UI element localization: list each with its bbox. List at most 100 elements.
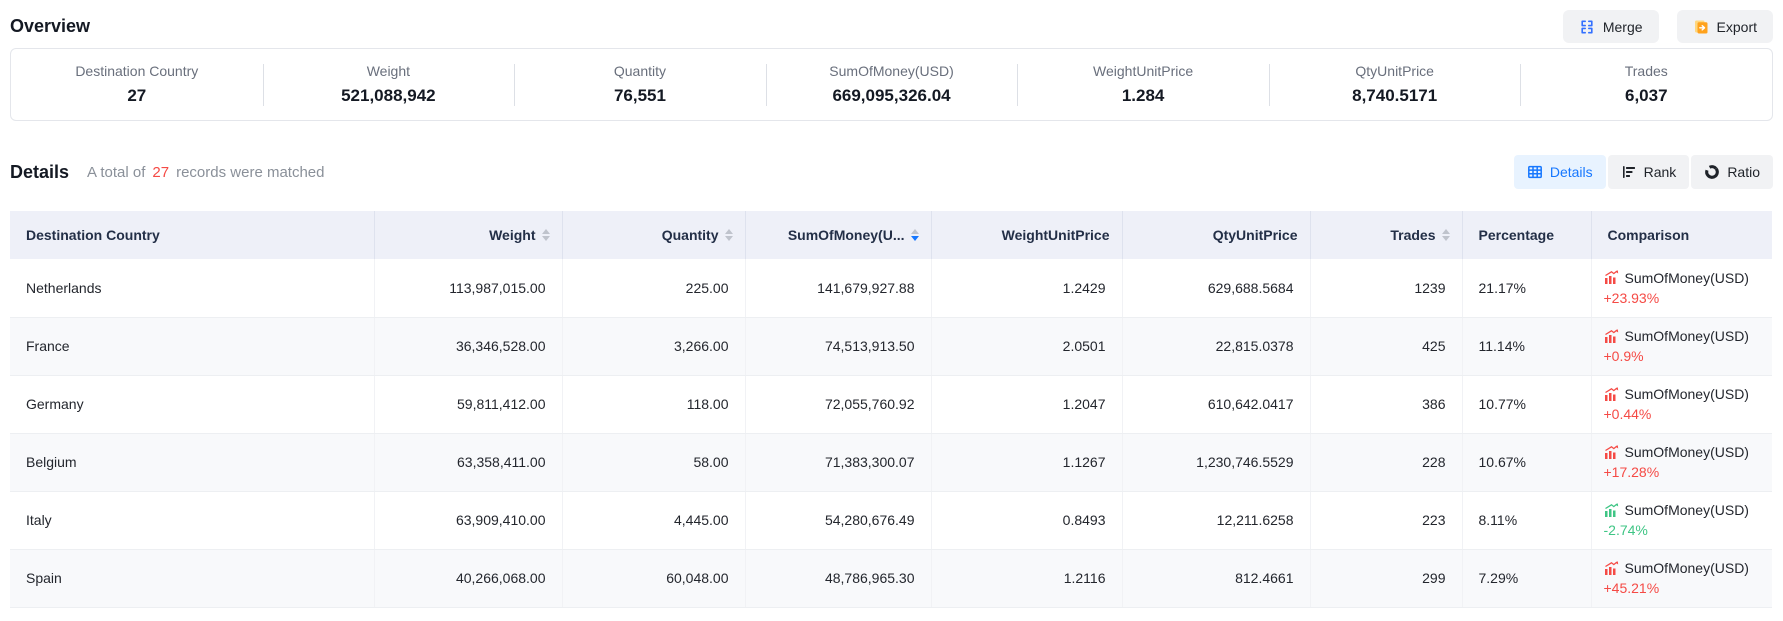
stat-label: SumOfMoney(USD) xyxy=(766,63,1018,79)
column-header: WeightUnitPrice xyxy=(931,211,1122,259)
stat-value: 521,088,942 xyxy=(263,86,515,106)
comparison-change: -2.74% xyxy=(1604,522,1773,538)
sort-icon[interactable] xyxy=(911,229,919,241)
cell-quantity: 225.00 xyxy=(562,259,745,317)
stat-label: Quantity xyxy=(514,63,766,79)
comparison-metric: SumOfMoney(USD) xyxy=(1625,502,1749,518)
trend-chart-icon xyxy=(1604,329,1619,344)
cell-weight-unit-price: 2.0501 xyxy=(931,317,1122,375)
trend-chart-icon xyxy=(1604,561,1619,576)
tab-rank[interactable]: Rank xyxy=(1608,155,1690,189)
stat-label: Destination Country xyxy=(11,63,263,79)
topbar-buttons: Merge Export xyxy=(1563,10,1773,43)
cell-weight-unit-price: 1.2047 xyxy=(931,375,1122,433)
overview-header: Overview Merge xyxy=(10,0,1773,44)
comparison-metric: SumOfMoney(USD) xyxy=(1625,386,1749,402)
comparison-change: +0.9% xyxy=(1604,348,1773,364)
column-header-label: Percentage xyxy=(1479,227,1554,243)
table-row: Netherlands 113,987,015.00 225.00 141,67… xyxy=(10,259,1772,317)
tab-ratio[interactable]: Ratio xyxy=(1691,155,1773,189)
cell-destination-country: France xyxy=(10,317,374,375)
view-switcher: Details Rank xyxy=(1514,155,1773,189)
cell-comparison: SumOfMoney(USD) +0.44% xyxy=(1591,375,1772,433)
cell-destination-country: Spain xyxy=(10,549,374,607)
merge-button-label: Merge xyxy=(1603,19,1643,35)
column-header[interactable]: Weight xyxy=(374,211,562,259)
sort-icon[interactable] xyxy=(1442,229,1450,241)
stat-value: 669,095,326.04 xyxy=(766,86,1018,106)
overview-stat-item: QtyUnitPrice 8,740.5171 xyxy=(1269,63,1521,106)
cell-weight: 63,358,411.00 xyxy=(374,433,562,491)
cell-qty-unit-price: 610,642.0417 xyxy=(1122,375,1310,433)
sort-icon[interactable] xyxy=(725,229,733,241)
cell-comparison: SumOfMoney(USD) +17.28% xyxy=(1591,433,1772,491)
cell-comparison: SumOfMoney(USD) -2.74% xyxy=(1591,491,1772,549)
trend-chart-icon xyxy=(1604,387,1619,402)
comparison-change: +45.21% xyxy=(1604,580,1773,596)
stat-label: Weight xyxy=(263,63,515,79)
table-row: France 36,346,528.00 3,266.00 74,513,913… xyxy=(10,317,1772,375)
stat-label: Trades xyxy=(1520,63,1772,79)
comparison-metric: SumOfMoney(USD) xyxy=(1625,560,1749,576)
column-header[interactable]: SumOfMoney(U... xyxy=(745,211,931,259)
stat-label: WeightUnitPrice xyxy=(1017,63,1269,79)
column-header[interactable]: Trades xyxy=(1310,211,1462,259)
cell-weight-unit-price: 0.8493 xyxy=(931,491,1122,549)
cell-trades: 228 xyxy=(1310,433,1462,491)
merge-button[interactable]: Merge xyxy=(1563,10,1659,43)
comparison-metric: SumOfMoney(USD) xyxy=(1625,444,1749,460)
overview-stat-item: Destination Country 27 xyxy=(11,63,263,106)
stat-label: QtyUnitPrice xyxy=(1269,63,1521,79)
tab-details-label: Details xyxy=(1550,164,1593,180)
tab-ratio-label: Ratio xyxy=(1727,164,1760,180)
tab-details[interactable]: Details xyxy=(1514,155,1606,189)
table-row: Italy 63,909,410.00 4,445.00 54,280,676.… xyxy=(10,491,1772,549)
overview-stats-card: Destination Country 27 Weight 521,088,94… xyxy=(10,48,1773,121)
cell-weight-unit-price: 1.1267 xyxy=(931,433,1122,491)
details-table: Destination Country Weight Quantity SumO… xyxy=(10,211,1772,608)
table-grid-icon xyxy=(1527,164,1543,180)
page-title: Overview xyxy=(10,16,90,37)
cell-trades: 386 xyxy=(1310,375,1462,433)
ratio-donut-icon xyxy=(1704,164,1720,180)
sort-icon[interactable] xyxy=(542,229,550,241)
column-header-label: Comparison xyxy=(1608,227,1690,243)
cell-quantity: 3,266.00 xyxy=(562,317,745,375)
trend-chart-icon xyxy=(1604,270,1619,285)
cell-qty-unit-price: 1,230,746.5529 xyxy=(1122,433,1310,491)
cell-weight-unit-price: 1.2116 xyxy=(931,549,1122,607)
column-header: Percentage xyxy=(1462,211,1591,259)
merge-icon xyxy=(1579,19,1595,35)
cell-trades: 299 xyxy=(1310,549,1462,607)
table-header-row: Destination Country Weight Quantity SumO… xyxy=(10,211,1772,259)
cell-destination-country: Italy xyxy=(10,491,374,549)
comparison-change: +23.93% xyxy=(1604,290,1773,306)
trend-chart-icon xyxy=(1604,445,1619,460)
cell-percentage: 8.11% xyxy=(1462,491,1591,549)
cell-weight: 40,266,068.00 xyxy=(374,549,562,607)
column-header-label: WeightUnitPrice xyxy=(1002,227,1110,243)
cell-weight: 36,346,528.00 xyxy=(374,317,562,375)
cell-destination-country: Belgium xyxy=(10,433,374,491)
cell-trades: 425 xyxy=(1310,317,1462,375)
column-header: Comparison xyxy=(1591,211,1772,259)
records-summary: A total of27records were matched xyxy=(87,164,324,181)
cell-comparison: SumOfMoney(USD) +23.93% xyxy=(1591,259,1772,317)
overview-stat-item: Quantity 76,551 xyxy=(514,63,766,106)
cell-qty-unit-price: 22,815.0378 xyxy=(1122,317,1310,375)
column-header-label: Quantity xyxy=(662,227,719,243)
overview-stat-item: Trades 6,037 xyxy=(1520,63,1772,106)
stat-value: 27 xyxy=(11,86,263,106)
cell-quantity: 58.00 xyxy=(562,433,745,491)
column-header[interactable]: Quantity xyxy=(562,211,745,259)
tab-rank-label: Rank xyxy=(1644,164,1677,180)
cell-quantity: 4,445.00 xyxy=(562,491,745,549)
cell-sum-of-money: 48,786,965.30 xyxy=(745,549,931,607)
export-button[interactable]: Export xyxy=(1677,10,1773,43)
comparison-metric: SumOfMoney(USD) xyxy=(1625,270,1749,286)
export-button-label: Export xyxy=(1717,19,1757,35)
stat-value: 6,037 xyxy=(1520,86,1772,106)
column-header-label: QtyUnitPrice xyxy=(1213,227,1298,243)
table-row: Spain 40,266,068.00 60,048.00 48,786,965… xyxy=(10,549,1772,607)
cell-weight: 59,811,412.00 xyxy=(374,375,562,433)
